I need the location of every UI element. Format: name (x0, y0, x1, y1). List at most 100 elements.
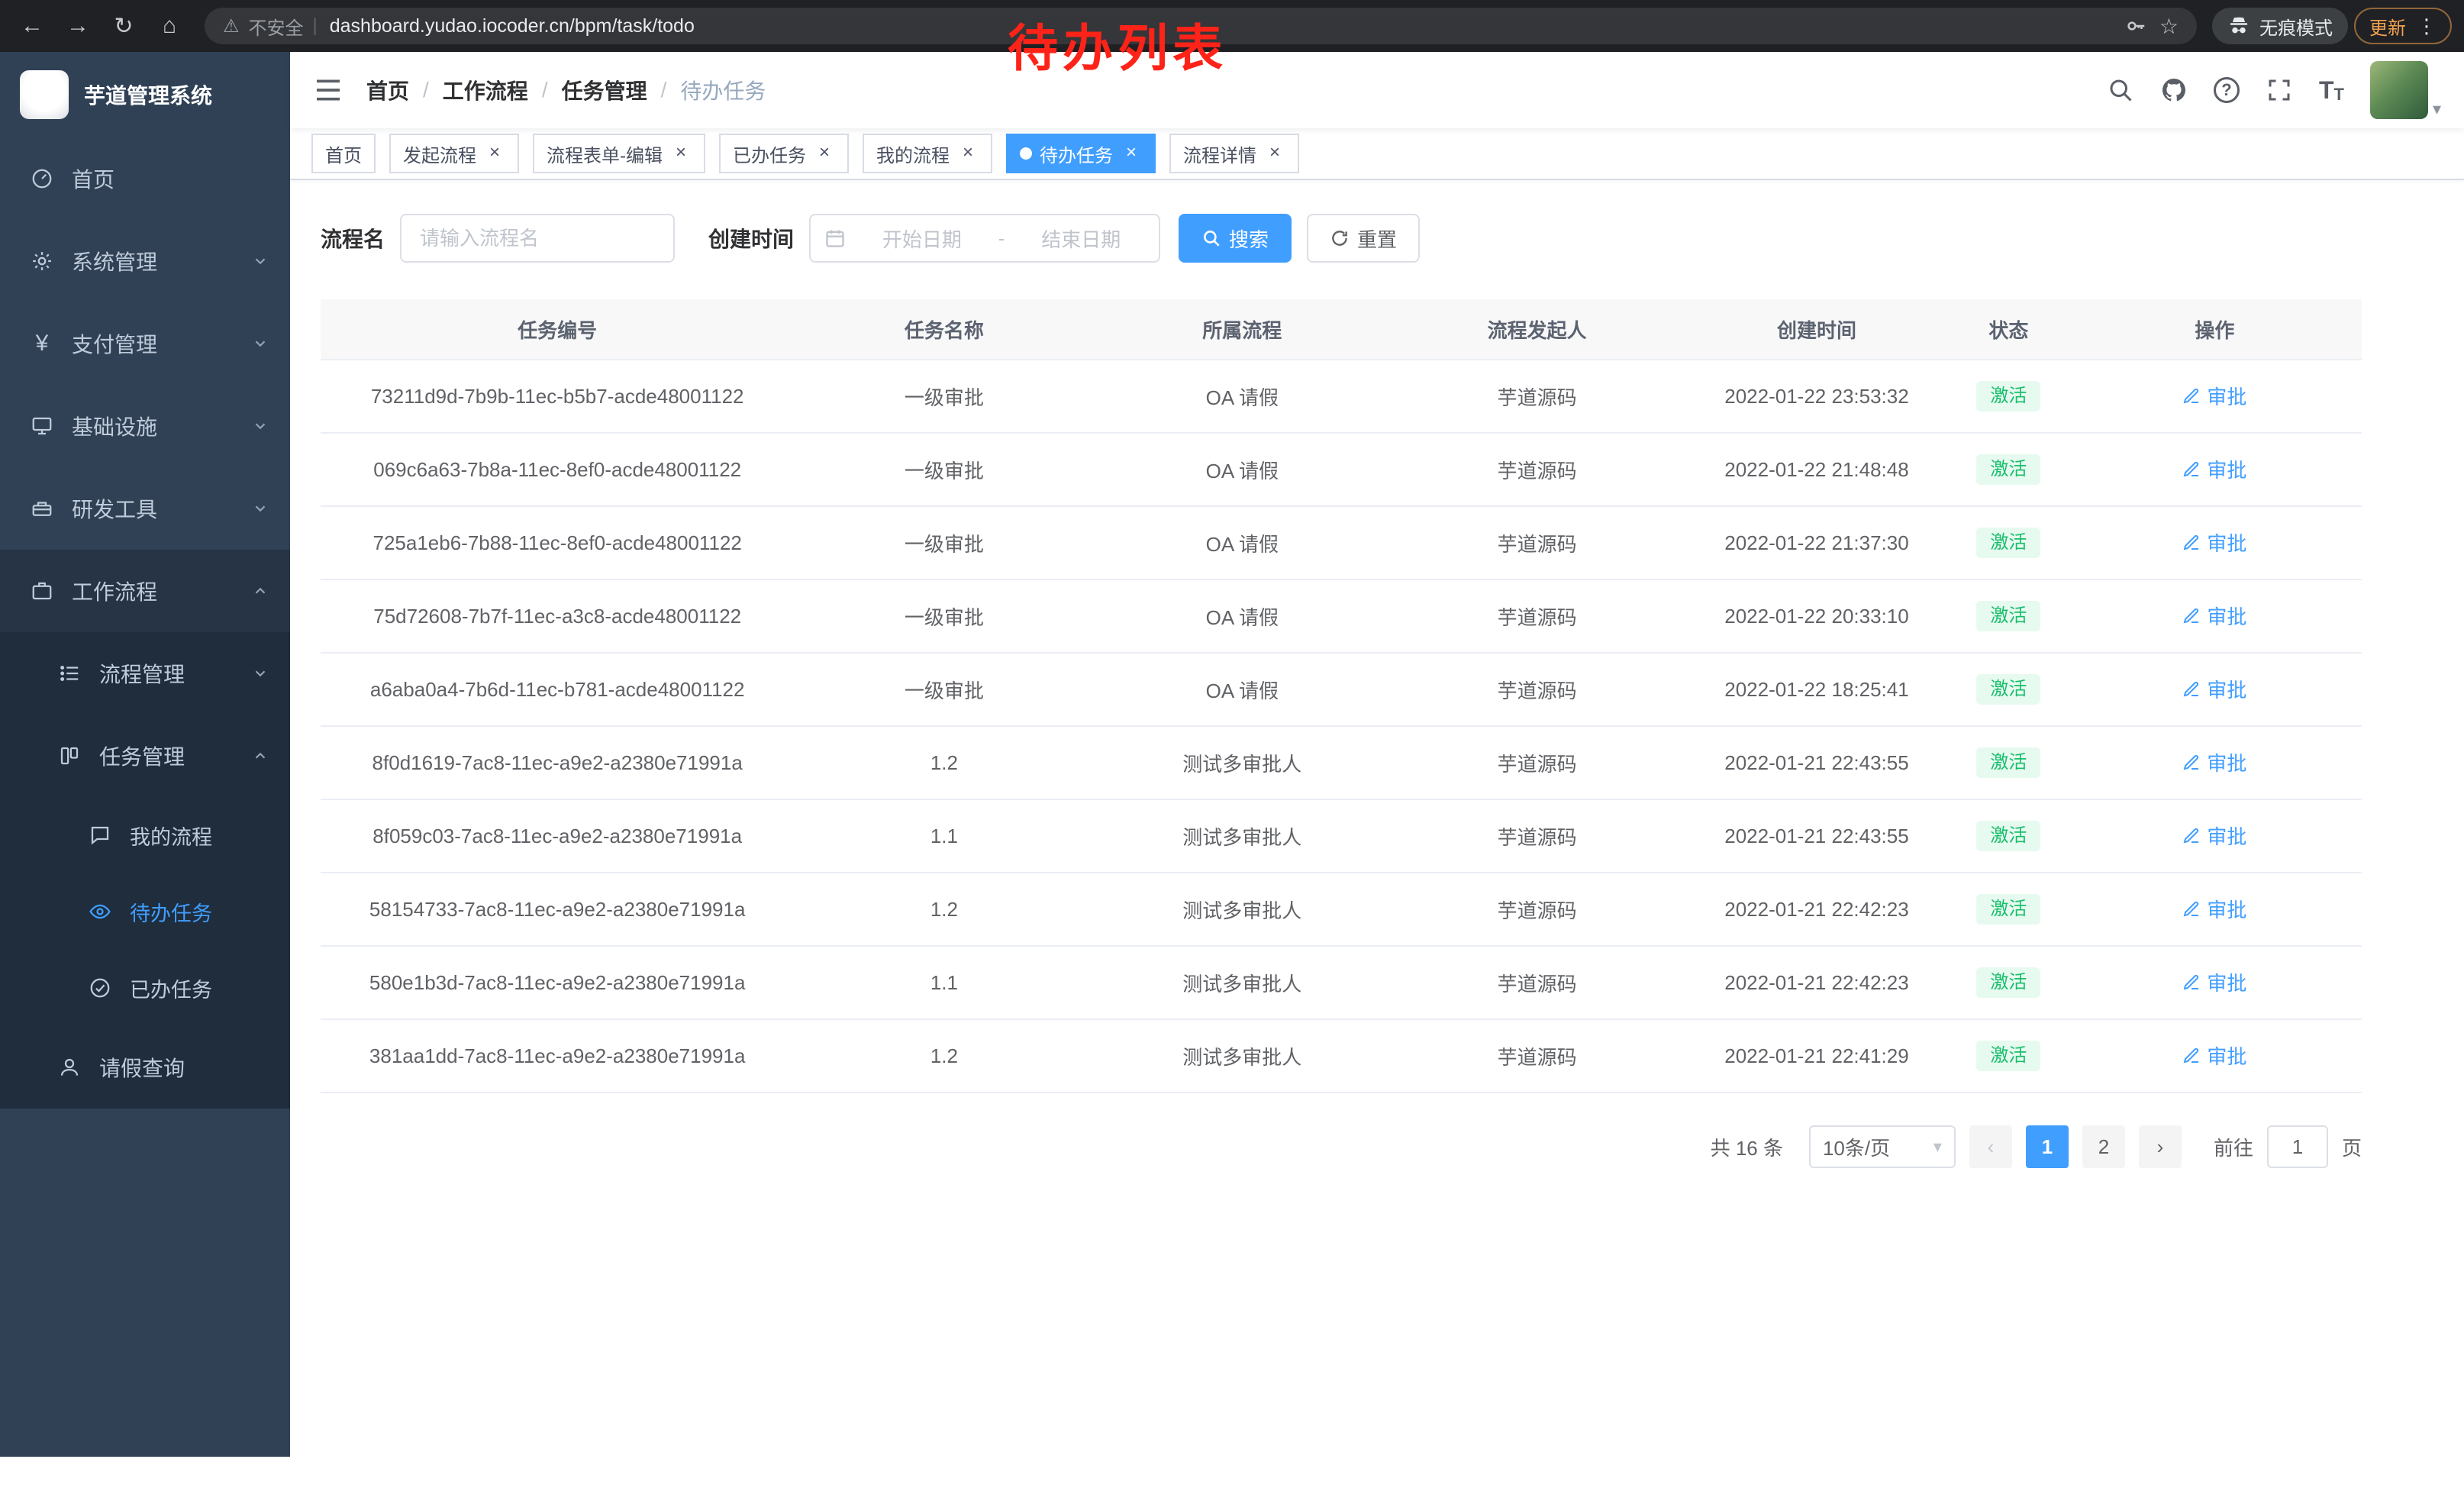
browser-home-button[interactable]: ⌂ (150, 6, 189, 46)
tab-label: 我的流程 (876, 140, 950, 167)
github-icon[interactable] (2160, 76, 2188, 104)
refresh-icon (1330, 228, 1350, 248)
approve-button[interactable]: 审批 (2182, 675, 2246, 703)
tab-label: 发起流程 (403, 140, 476, 167)
browser-forward-button[interactable]: → (58, 6, 98, 46)
top-navbar: 首页 / 工作流程 / 任务管理 / 待办任务 (290, 52, 2464, 128)
user-menu[interactable]: ▾ (2370, 61, 2441, 119)
browser-update-button[interactable]: 更新 ⋮ (2354, 8, 2452, 44)
task-id-cell: 381aa1dd-7ac8-11ec-a9e2-a2380e71991a (321, 1044, 794, 1068)
approve-button[interactable]: 审批 (2182, 748, 2246, 776)
created-time-cell: 2022-01-21 22:42:23 (1684, 971, 1950, 995)
tab-todo-tasks[interactable]: 待办任务 × (1006, 134, 1156, 173)
tab-process-detail[interactable]: 流程详情 × (1169, 134, 1299, 173)
status-badge: 激活 (1976, 601, 2040, 632)
approve-button[interactable]: 审批 (2182, 1041, 2246, 1070)
approve-button[interactable]: 审批 (2182, 528, 2246, 557)
goto-label: 前往 (2214, 1133, 2253, 1161)
sidebar-item-system[interactable]: 系统管理 (0, 220, 290, 302)
sidebar-item-label: 任务管理 (99, 741, 185, 771)
approve-label: 审批 (2207, 455, 2246, 483)
process-name-input[interactable] (400, 214, 675, 263)
breadcrumb-workflow[interactable]: 工作流程 (443, 75, 528, 105)
created-time-cell: 2022-01-21 22:41:29 (1684, 1044, 1950, 1068)
col-task-name: 任务名称 (794, 315, 1094, 344)
avatar[interactable] (2370, 61, 2428, 119)
sidebar-item-workflow[interactable]: 工作流程 (0, 550, 290, 632)
browser-menu-icon[interactable]: ⋮ (2417, 15, 2437, 38)
edit-icon (2182, 680, 2201, 699)
created-time-cell: 2022-01-22 21:37:30 (1684, 531, 1950, 555)
font-size-icon[interactable]: TT (2319, 76, 2344, 105)
sidebar-item-task-management[interactable]: 任务管理 (0, 715, 290, 797)
tab-close-icon[interactable]: × (670, 143, 692, 164)
process-cell: 测试多审批人 (1094, 969, 1390, 997)
browser-reload-button[interactable]: ↻ (104, 6, 144, 46)
approve-button[interactable]: 审批 (2182, 455, 2246, 483)
tab-done-tasks[interactable]: 已办任务 × (719, 134, 849, 173)
prev-page-button[interactable]: ‹ (1969, 1125, 2012, 1168)
table-row: 8f059c03-7ac8-11ec-a9e2-a2380e71991a 1.1… (321, 800, 2362, 873)
page-button-2[interactable]: 2 (2082, 1125, 2125, 1168)
tab-process-form-edit[interactable]: 流程表单-编辑 × (533, 134, 705, 173)
reset-button[interactable]: 重置 (1307, 214, 1420, 263)
tab-my-processes[interactable]: 我的流程 × (863, 134, 992, 173)
approve-button[interactable]: 审批 (2182, 968, 2246, 996)
search-icon (1201, 228, 1221, 248)
fullscreen-icon[interactable] (2266, 76, 2293, 104)
sidebar-item-home[interactable]: 首页 (0, 137, 290, 220)
tab-home[interactable]: 首页 (311, 134, 376, 173)
date-range-picker[interactable]: 开始日期 - 结束日期 (809, 214, 1160, 263)
sidebar-item-my-processes[interactable]: 我的流程 (0, 797, 290, 873)
initiator-cell: 芋道源码 (1390, 749, 1684, 777)
sidebar-menu: 首页 系统管理 ¥ 支付管理 (0, 137, 290, 1109)
edit-icon (2182, 827, 2201, 845)
search-button[interactable]: 搜索 (1179, 214, 1292, 263)
browser-back-button[interactable]: ← (12, 6, 52, 46)
action-cell: 审批 (2068, 1041, 2362, 1070)
password-key-icon[interactable] (2124, 15, 2147, 37)
tab-close-icon[interactable]: × (1121, 143, 1142, 164)
sidebar-item-payment[interactable]: ¥ 支付管理 (0, 302, 290, 385)
sidebar-item-label: 待办任务 (130, 897, 212, 927)
warning-icon: ⚠ (223, 15, 240, 37)
approve-button[interactable]: 审批 (2182, 895, 2246, 923)
tab-close-icon[interactable]: × (1264, 143, 1285, 164)
sidebar-item-todo-tasks[interactable]: 待办任务 (0, 873, 290, 950)
tab-close-icon[interactable]: × (814, 143, 835, 164)
sidebar-item-leave-query[interactable]: 请假查询 (0, 1026, 290, 1109)
page-button-1[interactable]: 1 (2026, 1125, 2069, 1168)
app-logo[interactable]: 芋道管理系统 (0, 52, 290, 137)
help-icon[interactable]: ? (2214, 77, 2240, 103)
tab-close-icon[interactable]: × (484, 143, 505, 164)
process-cell: OA 请假 (1094, 676, 1390, 704)
address-bar[interactable]: ⚠ 不安全 | dashboard.yudao.iocoder.cn/bpm/t… (205, 8, 2197, 44)
process-cell: OA 请假 (1094, 602, 1390, 631)
tab-start-process[interactable]: 发起流程 × (389, 134, 519, 173)
sidebar-item-process-management[interactable]: 流程管理 (0, 632, 290, 715)
breadcrumb-task-management[interactable]: 任务管理 (562, 75, 647, 105)
approve-button[interactable]: 审批 (2182, 382, 2246, 410)
bookmark-star-icon[interactable]: ☆ (2159, 14, 2179, 39)
action-cell: 审批 (2068, 822, 2362, 851)
check-circle-icon (89, 976, 111, 999)
todo-table: 任务编号 任务名称 所属流程 流程发起人 创建时间 状态 操作 73211d9d… (321, 299, 2362, 1093)
page-size-select[interactable]: 10条/页 ▾ (1809, 1125, 1956, 1168)
dashboard-icon (31, 167, 53, 190)
sidebar-item-infrastructure[interactable]: 基础设施 (0, 385, 290, 467)
breadcrumb-home[interactable]: 首页 (366, 75, 409, 105)
approve-button[interactable]: 审批 (2182, 602, 2246, 630)
sidebar-item-devtools[interactable]: 研发工具 (0, 467, 290, 550)
tab-close-icon[interactable]: × (957, 143, 979, 164)
status-badge: 激活 (1976, 528, 2040, 559)
approve-label: 审批 (2207, 382, 2246, 410)
approve-button[interactable]: 审批 (2182, 822, 2246, 850)
status-badge: 激活 (1976, 894, 2040, 925)
task-id-cell: 8f0d1619-7ac8-11ec-a9e2-a2380e71991a (321, 751, 794, 775)
next-page-button[interactable]: › (2139, 1125, 2182, 1168)
search-icon[interactable] (2107, 76, 2134, 104)
task-name-cell: 一级审批 (794, 676, 1094, 704)
sidebar-item-done-tasks[interactable]: 已办任务 (0, 950, 290, 1026)
goto-page-input[interactable] (2267, 1125, 2328, 1168)
sidebar-collapse-icon[interactable] (313, 75, 343, 105)
